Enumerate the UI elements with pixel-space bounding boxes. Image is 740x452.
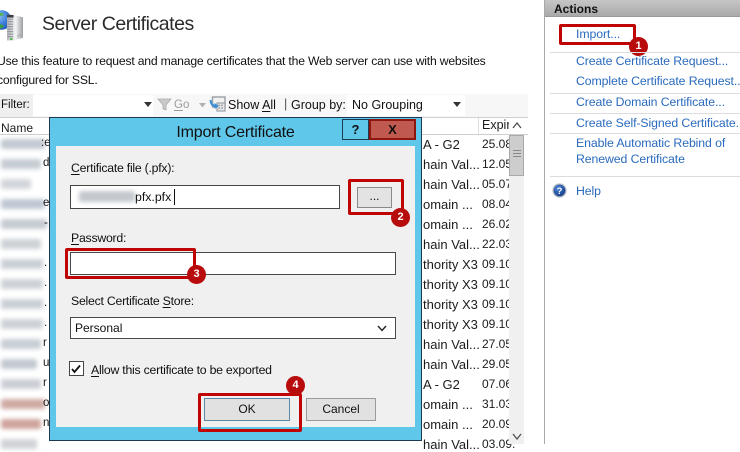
svg-text:?: ? [557,186,563,197]
